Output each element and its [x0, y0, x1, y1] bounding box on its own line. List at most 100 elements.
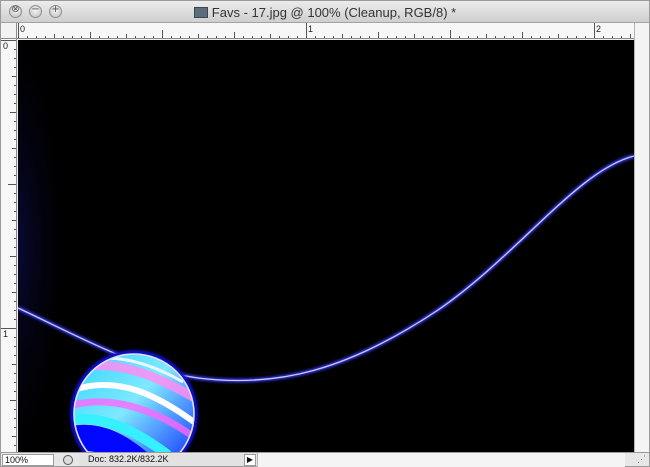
document-size-info[interactable]: Doc: 832.2K/832.2K [79, 454, 244, 466]
ruler-tick [14, 409, 16, 410]
ruler-tick [126, 34, 127, 38]
ruler-tick [396, 36, 397, 38]
ruler-tick [477, 36, 478, 38]
ruler-tick [12, 292, 16, 293]
ruler-tick [14, 229, 16, 230]
image-canvas[interactable] [18, 40, 634, 452]
ruler-tick [558, 34, 559, 38]
ruler-tick [14, 427, 16, 428]
ruler-tick [54, 34, 55, 38]
ruler-tick [14, 319, 16, 320]
ruler-tick [270, 34, 271, 38]
ruler-origin[interactable] [1, 23, 17, 39]
ruler-tick [14, 166, 16, 167]
ruler-tick [450, 30, 451, 38]
ruler-tick [14, 103, 16, 104]
ruler-tick [576, 36, 577, 38]
ruler-tick [14, 391, 16, 392]
ruler-tick [27, 36, 28, 38]
ruler-tick [234, 32, 235, 38]
ruler-tick [14, 265, 16, 266]
ruler-tick [90, 32, 91, 38]
status-bar: 100% Doc: 832.2K/832.2K ▶ ⋰ [1, 452, 649, 467]
horizontal-scrollbar[interactable] [257, 453, 625, 467]
ruler-tick [14, 175, 16, 176]
ruler-tick [306, 23, 307, 38]
ruler-tick [144, 36, 145, 38]
ruler-tick [315, 36, 316, 38]
ruler-tick [513, 36, 514, 38]
ruler-tick [99, 36, 100, 38]
ruler-tick [522, 32, 523, 38]
ruler-tick [117, 36, 118, 38]
ruler-tick [72, 36, 73, 38]
ruler-tick [14, 58, 16, 59]
status-info-icon[interactable] [61, 453, 75, 466]
ruler-tick [14, 49, 16, 50]
ruler-tick [14, 130, 16, 131]
ruler-tick [14, 373, 16, 374]
ruler-tick [14, 238, 16, 239]
resize-grip-icon[interactable]: ⋰ [625, 453, 649, 467]
ruler-tick [252, 36, 253, 38]
cable-line [18, 155, 634, 382]
ruler-tick [261, 36, 262, 38]
ruler-tick [45, 36, 46, 38]
ruler-tick [387, 36, 388, 38]
ruler-tick [36, 36, 37, 38]
ruler-tick [63, 36, 64, 38]
ruler-tick [18, 23, 19, 38]
ruler-tick [14, 382, 16, 383]
ruler-tick [14, 445, 16, 446]
ruler-tick [540, 36, 541, 38]
cable-glow [18, 154, 634, 383]
ruler-tick [180, 36, 181, 38]
ruler-tick [198, 34, 199, 38]
ruler-label: 1 [3, 329, 9, 339]
ruler-tick [207, 36, 208, 38]
ruler-tick [612, 36, 613, 38]
ruler-tick [14, 193, 16, 194]
ruler-tick [153, 36, 154, 38]
ruler-tick [603, 36, 604, 38]
ruler-tick [14, 139, 16, 140]
horizontal-ruler[interactable]: 0 1 2 [17, 23, 634, 39]
title-bar[interactable]: ⊗ − + Favs - 17.jpg @ 100% (Cleanup, RGB… [1, 1, 649, 23]
ruler-tick [108, 36, 109, 38]
ruler-tick [10, 112, 16, 113]
vertical-ruler[interactable]: 01 [1, 39, 17, 452]
ruler-tick [14, 157, 16, 158]
document-image-icon [193, 7, 208, 18]
ruler-tick [14, 85, 16, 86]
ruler-tick [432, 36, 433, 38]
ruler-tick [486, 34, 487, 38]
ruler-label: 1 [308, 24, 314, 34]
ruler-tick [12, 436, 16, 437]
document-window: ⊗ − + Favs - 17.jpg @ 100% (Cleanup, RGB… [0, 0, 650, 467]
ruler-tick [324, 36, 325, 38]
ruler-tick [171, 36, 172, 38]
ruler-tick [243, 36, 244, 38]
ruler-tick [14, 355, 16, 356]
ruler-tick [14, 94, 16, 95]
status-menu-arrow[interactable]: ▶ [244, 454, 256, 466]
ruler-label: 0 [3, 41, 9, 51]
ruler-label: 0 [20, 24, 26, 34]
ruler-tick [297, 36, 298, 38]
ruler-tick [12, 364, 16, 365]
ruler-tick [14, 301, 16, 302]
vertical-scrollbar[interactable] [634, 23, 649, 452]
ruler-label: 2 [596, 24, 602, 34]
ruler-tick [14, 274, 16, 275]
ruler-tick [504, 36, 505, 38]
ruler-tick [459, 36, 460, 38]
ruler-tick [14, 346, 16, 347]
ruler-tick [14, 418, 16, 419]
ruler-tick [378, 32, 379, 38]
zoom-level-field[interactable]: 100% [2, 454, 54, 466]
ruler-tick [621, 36, 622, 38]
ruler-tick [14, 67, 16, 68]
ruler-tick [441, 36, 442, 38]
ruler-tick [14, 310, 16, 311]
ruler-tick [549, 36, 550, 38]
